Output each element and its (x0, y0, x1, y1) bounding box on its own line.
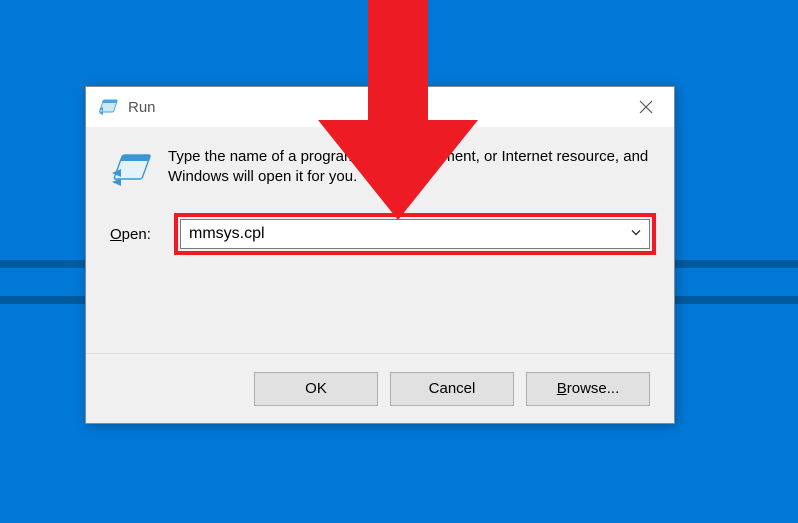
ok-button[interactable]: OK (254, 372, 378, 406)
cancel-button[interactable]: Cancel (390, 372, 514, 406)
run-titlebar-icon (98, 98, 118, 116)
close-icon (639, 100, 653, 114)
titlebar[interactable]: Run (86, 87, 674, 127)
close-button[interactable] (618, 87, 674, 127)
dialog-description: Type the name of a program, folder, docu… (164, 147, 650, 188)
dialog-content: Type the name of a program, folder, docu… (86, 127, 674, 297)
run-icon (110, 147, 164, 191)
window-title: Run (128, 99, 156, 116)
desktop-background: Run Type (0, 0, 798, 523)
run-dialog: Run Type (85, 86, 675, 424)
browse-button[interactable]: Browse... (526, 372, 650, 406)
open-label: Open: (110, 226, 180, 243)
open-input[interactable] (180, 219, 650, 249)
button-row: OK Cancel Browse... (86, 353, 674, 423)
